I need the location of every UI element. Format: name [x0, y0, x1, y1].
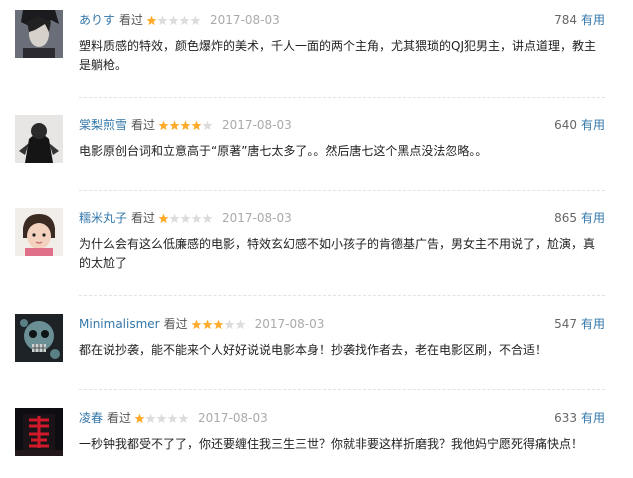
vote-block: 547 有用	[554, 315, 605, 333]
username-link[interactable]: 糯米丸子	[79, 209, 127, 227]
review-content: 都在说抄袭，能不能来个人好好说说电影本身！抄袭找作者去，老在电影区刷，不合适！	[79, 343, 548, 357]
review-date: 2017-08-03	[210, 13, 280, 27]
star-icon	[158, 213, 169, 223]
vote-block: 633 有用	[554, 409, 605, 427]
useful-button[interactable]: 有用	[581, 411, 605, 425]
review-date: 2017-08-03	[198, 411, 268, 425]
star-icon	[158, 120, 169, 130]
useful-button[interactable]: 有用	[581, 317, 605, 331]
rating-stars	[158, 213, 213, 224]
review-content: 电影原创台词和立意高于“原著”唐七太多了。。然后唐七这个黑点没法忽略。。	[79, 144, 488, 158]
avatar[interactable]	[15, 408, 63, 456]
useful-button[interactable]: 有用	[581, 211, 605, 225]
star-icon	[191, 319, 202, 329]
review-item: 棠梨煎雪 看过 2017-08-03 640 有用 电影原创台词和立意高于“原著”…	[0, 105, 633, 190]
star-icon	[146, 15, 157, 25]
avatar[interactable]	[15, 314, 63, 362]
vote-count: 640	[554, 118, 577, 132]
vote-block: 865 有用	[554, 209, 605, 227]
review-date: 2017-08-03	[222, 211, 292, 225]
review-date: 2017-08-03	[254, 317, 325, 331]
avatar[interactable]	[15, 208, 63, 256]
avatar[interactable]	[15, 115, 63, 163]
username-link[interactable]: 凌春	[79, 409, 103, 427]
review-content: 为什么会有这么低廉感的电影，特效玄幻感不如小孩子的肯德基广告，男女主不用说了，尬…	[79, 237, 596, 270]
vote-count: 547	[554, 317, 577, 331]
useful-button[interactable]: 有用	[581, 118, 605, 132]
star-icon	[202, 319, 213, 329]
avatar[interactable]	[15, 10, 63, 58]
star-icon	[157, 15, 168, 25]
star-icon	[180, 213, 191, 223]
vote-count: 865	[554, 211, 577, 225]
divider	[79, 389, 605, 390]
star-icon	[156, 413, 167, 423]
review-date: 2017-08-03	[222, 118, 292, 132]
review-meta: Minimalismer 看过 2017-08-03	[79, 315, 324, 333]
star-icon	[167, 413, 178, 423]
divider	[79, 190, 605, 191]
review-item: 凌春 看过 2017-08-03 633 有用 一秒钟我都受不了了，你还要缠住我三…	[0, 398, 633, 478]
watch-status: 看过	[119, 13, 144, 27]
star-icon	[179, 15, 190, 25]
review-item: Minimalismer 看过 2017-08-03 547 有用 都在说抄袭，能…	[0, 304, 633, 389]
review-content: 塑料质感的特效，颜色爆炸的美术，千人一面的两个主角，尤其猥琐的QJ犯男主，讲点道…	[79, 39, 596, 72]
star-icon	[169, 120, 180, 130]
star-icon	[169, 213, 180, 223]
rating-stars	[146, 15, 201, 26]
star-icon	[202, 120, 213, 130]
star-icon	[134, 413, 145, 423]
username-link[interactable]: 棠梨煎雪	[79, 116, 127, 134]
star-icon	[191, 120, 202, 130]
vote-count: 784	[554, 13, 577, 27]
review-item: 糯米丸子 看过 2017-08-03 865 有用 为什么会有这么低廉感的电影，特…	[0, 198, 633, 295]
review-content: 一秒钟我都受不了了，你还要缠住我三生三世？你就非要这样折磨我？我他妈宁愿死得痛快…	[79, 437, 584, 451]
review-meta: ありす 看过 2017-08-03	[79, 11, 280, 29]
watch-status: 看过	[131, 118, 156, 132]
star-icon	[191, 213, 202, 223]
review-meta: 棠梨煎雪 看过 2017-08-03	[79, 116, 292, 134]
star-icon	[145, 413, 156, 423]
rating-stars	[191, 319, 246, 330]
review-item: ありす 看过 2017-08-03 784 有用 塑料质感的特效，颜色爆炸的美术，…	[0, 0, 633, 97]
divider	[79, 97, 605, 98]
watch-status: 看过	[163, 317, 188, 331]
star-icon	[180, 120, 191, 130]
star-icon	[178, 413, 189, 423]
star-icon	[213, 319, 224, 329]
star-icon	[235, 319, 246, 329]
rating-stars	[134, 413, 189, 424]
username-link[interactable]: Minimalismer	[79, 315, 160, 333]
rating-stars	[158, 120, 213, 131]
vote-block: 640 有用	[554, 116, 605, 134]
star-icon	[190, 15, 201, 25]
username-link[interactable]: ありす	[79, 11, 115, 29]
review-meta: 糯米丸子 看过 2017-08-03	[79, 209, 292, 227]
vote-block: 784 有用	[554, 11, 605, 29]
star-icon	[168, 15, 179, 25]
star-icon	[224, 319, 235, 329]
vote-count: 633	[554, 411, 577, 425]
watch-status: 看过	[131, 211, 156, 225]
useful-button[interactable]: 有用	[581, 13, 605, 27]
divider	[79, 295, 605, 296]
watch-status: 看过	[107, 411, 132, 425]
review-meta: 凌春 看过 2017-08-03	[79, 409, 268, 427]
star-icon	[202, 213, 213, 223]
